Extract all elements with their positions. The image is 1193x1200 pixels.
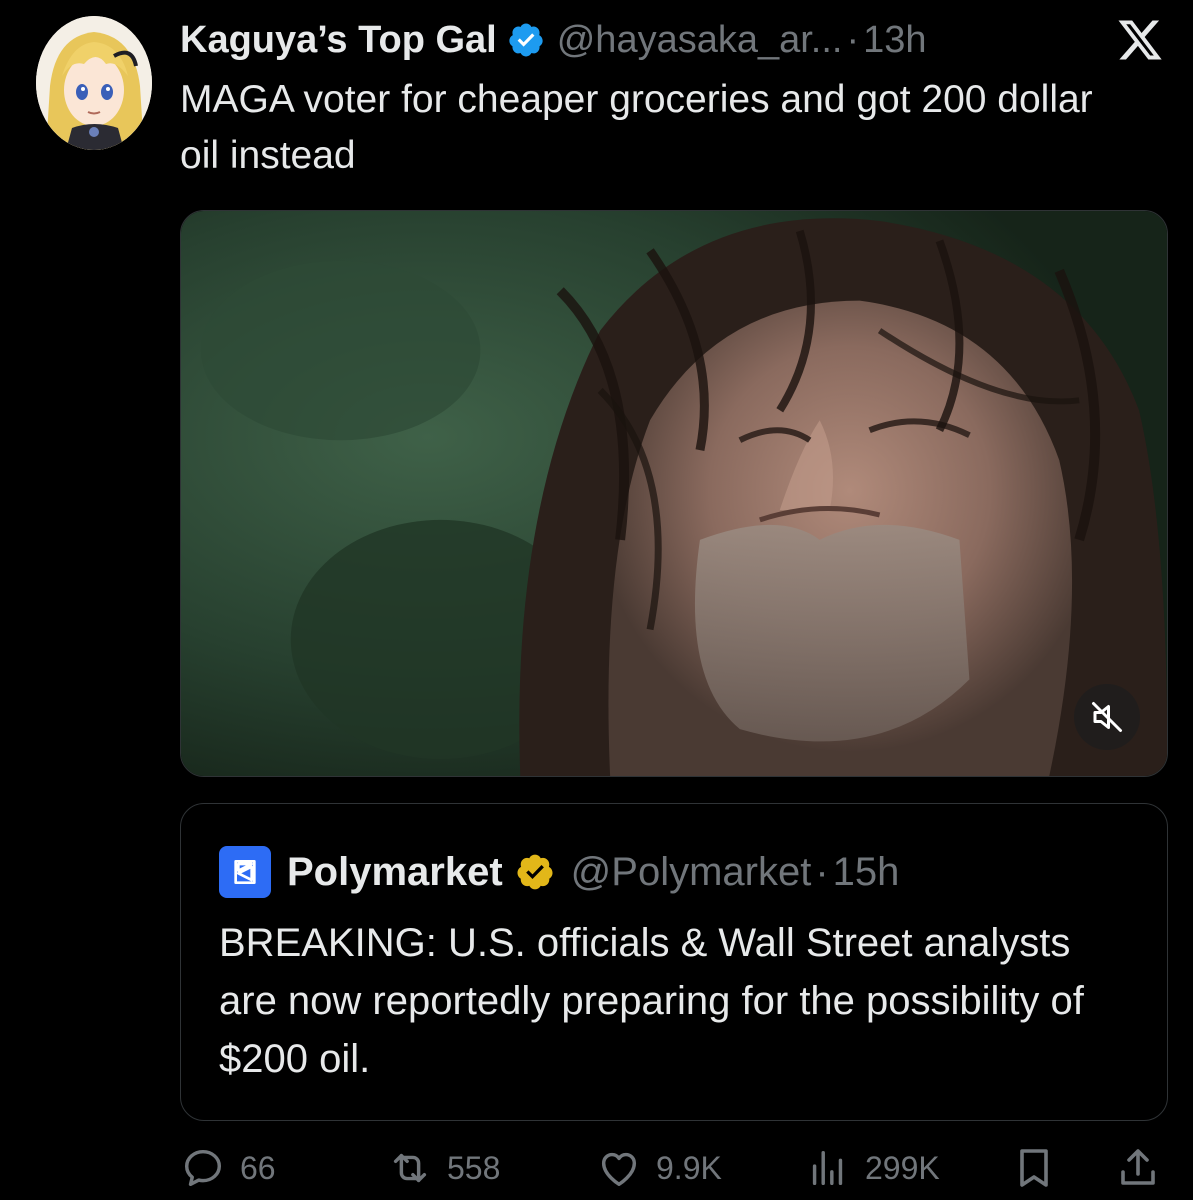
heart-icon xyxy=(601,1152,637,1187)
tweet-action-bar: 66 558 9.9K 299K xyxy=(180,1140,1168,1196)
quoted-header-separator: · xyxy=(815,849,829,894)
like-button[interactable]: 9.9K xyxy=(596,1140,722,1196)
repost-icon xyxy=(393,1153,427,1183)
polymarket-logo-icon xyxy=(234,860,256,884)
verified-badge-icon[interactable] xyxy=(507,21,545,59)
bookmark-icon[interactable] xyxy=(1010,1144,1058,1192)
quoted-author-name[interactable]: Polymarket xyxy=(287,850,503,895)
unmute-button[interactable] xyxy=(1074,684,1140,750)
view-count: 299K xyxy=(865,1149,940,1186)
speaker-muted-icon xyxy=(1092,702,1122,732)
quoted-tweet-timestamp[interactable]: 15h xyxy=(833,850,900,895)
reply-count: 66 xyxy=(240,1149,276,1186)
video-frame-image xyxy=(181,211,1167,776)
quoted-tweet-header: Polymarket @Polymarket · 15h xyxy=(219,846,899,898)
author-handle[interactable]: @hayasaka_ar... xyxy=(557,19,843,62)
share-icon[interactable] xyxy=(1114,1144,1162,1192)
tweet-header: Kaguya’s Top Gal @hayasaka_ar... · 13h xyxy=(180,14,927,66)
quoted-tweet-card[interactable]: Polymarket @Polymarket · 15h BREAKING: U… xyxy=(180,803,1168,1121)
author-display-name[interactable]: Kaguya’s Top Gal xyxy=(180,19,497,62)
x-logo-icon xyxy=(1118,20,1162,60)
tweet-timestamp[interactable]: 13h xyxy=(863,19,926,62)
views-button[interactable]: 299K xyxy=(805,1140,940,1196)
repost-button[interactable]: 558 xyxy=(387,1140,500,1196)
gold-verified-badge-icon[interactable] xyxy=(515,852,555,892)
header-separator: · xyxy=(846,18,860,61)
author-avatar[interactable] xyxy=(36,16,152,150)
reply-icon xyxy=(184,1149,222,1187)
anime-avatar-image xyxy=(36,16,152,150)
polymarket-logo-avatar[interactable] xyxy=(219,846,271,898)
tweet-video[interactable] xyxy=(180,210,1168,777)
views-icon xyxy=(812,1150,843,1186)
repost-count: 558 xyxy=(447,1149,501,1186)
reply-button[interactable]: 66 xyxy=(180,1140,276,1196)
tweet-text: MAGA voter for cheaper groceries and got… xyxy=(180,78,1093,177)
quoted-tweet-text: BREAKING: U.S. officials & Wall Street a… xyxy=(219,921,1084,1081)
quoted-author-handle[interactable]: @Polymarket xyxy=(571,850,812,895)
like-count: 9.9K xyxy=(656,1149,722,1186)
